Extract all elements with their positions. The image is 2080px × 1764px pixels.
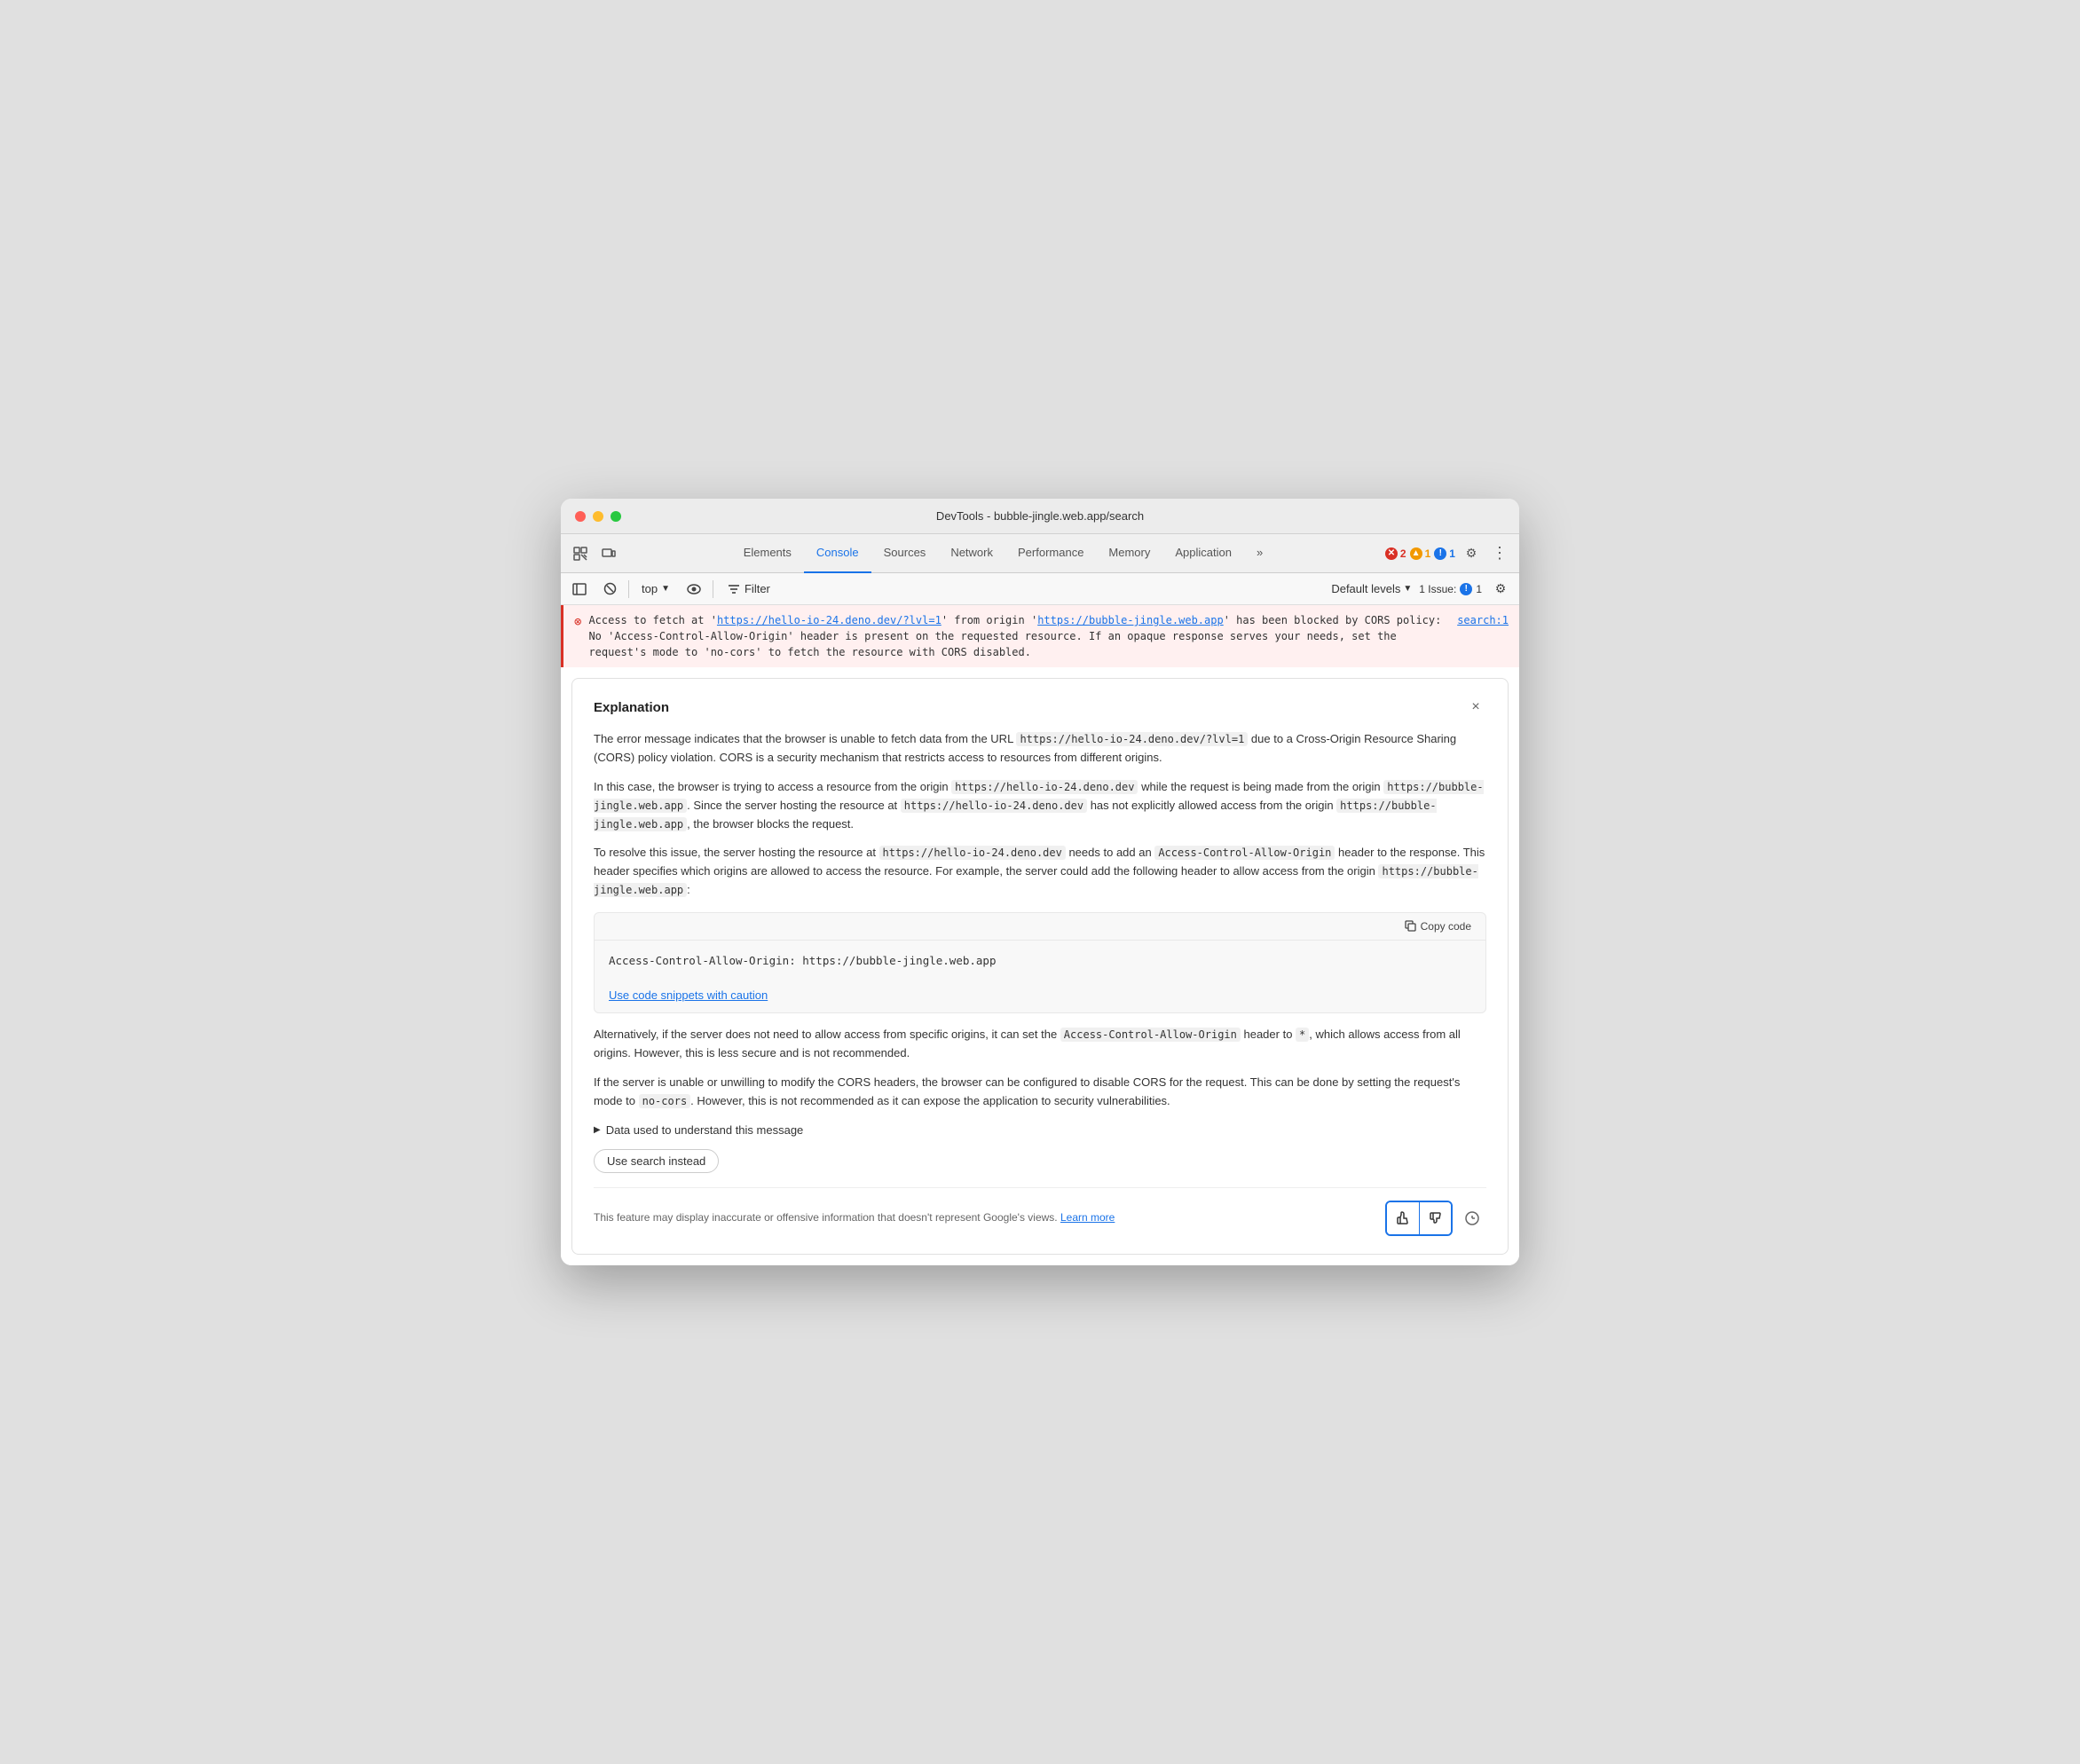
default-levels-dropdown[interactable]: Default levels ▼ (1331, 582, 1412, 595)
tab-performance[interactable]: Performance (1005, 534, 1096, 573)
thumbs-button-group (1385, 1201, 1453, 1236)
explanation-title: Explanation (594, 700, 669, 715)
more-options-icon[interactable]: ⋮ (1487, 541, 1512, 566)
tab-memory[interactable]: Memory (1096, 534, 1162, 573)
tab-network[interactable]: Network (938, 534, 1005, 573)
settings-gear-icon[interactable]: ⚙ (1489, 578, 1512, 601)
para4-code2: * (1296, 1028, 1309, 1042)
explanation-para3: To resolve this issue, the server hostin… (594, 844, 1486, 899)
error-message-text: Access to fetch at 'https://hello-io-24.… (588, 612, 1450, 660)
explanation-para4: Alternatively, if the server does not ne… (594, 1026, 1486, 1063)
explanation-para1: The error message indicates that the bro… (594, 730, 1486, 768)
error-badge: ✕ 2 (1385, 547, 1406, 560)
error-circle-icon: ⊗ (574, 613, 581, 660)
device-toolbar-icon[interactable] (596, 541, 621, 566)
devtools-window: DevTools - bubble-jingle.web.app/search (561, 499, 1519, 1264)
para3-code1: https://hello-io-24.deno.dev (879, 846, 1066, 860)
feedback-row: This feature may display inaccurate or o… (594, 1187, 1486, 1236)
feedback-disclaimer: This feature may display inaccurate or o… (594, 1210, 1115, 1225)
window-title: DevTools - bubble-jingle.web.app/search (936, 509, 1144, 523)
issue-icon: ! (1434, 547, 1446, 560)
tabs-right-section: ✕ 2 ▲ 1 ! 1 ⚙ ⋮ (1385, 541, 1512, 566)
close-explanation-button[interactable]: × (1465, 697, 1486, 718)
data-toggle-button[interactable]: ▶ Data used to understand this message (594, 1123, 1486, 1137)
code-snippet-text: Access-Control-Allow-Origin: https://bub… (595, 941, 1485, 982)
inspect-icon[interactable] (568, 541, 593, 566)
para5-code1: no-cors (639, 1094, 691, 1108)
error-url1-link[interactable]: https://hello-io-24.deno.dev/?lvl=1 (717, 614, 942, 626)
para3-code2: Access-Control-Allow-Origin (1154, 846, 1335, 860)
traffic-lights (575, 511, 621, 522)
warning-badge: ▲ 1 (1410, 547, 1431, 560)
tab-elements[interactable]: Elements (731, 534, 804, 573)
eye-icon[interactable] (682, 578, 705, 601)
para4-code1: Access-Control-Allow-Origin (1060, 1028, 1241, 1042)
para2-code1: https://hello-io-24.deno.dev (951, 780, 1138, 794)
titlebar: DevTools - bubble-jingle.web.app/search (561, 499, 1519, 534)
para1-url-code: https://hello-io-24.deno.dev/?lvl=1 (1016, 732, 1248, 746)
thumbs-up-button[interactable] (1387, 1202, 1419, 1234)
error-url2-link[interactable]: https://bubble-jingle.web.app (1037, 614, 1224, 626)
error-message-line: ⊗ Access to fetch at 'https://hello-io-2… (561, 605, 1519, 667)
toolbar-right-group: Default levels ▼ 1 Issue: ! 1 ⚙ (1331, 578, 1512, 601)
warning-icon: ▲ (1410, 547, 1422, 560)
chevron-down-icon: ▼ (661, 584, 670, 594)
settings-icon[interactable]: ⚙ (1459, 541, 1484, 566)
learn-more-link[interactable]: Learn more (1060, 1211, 1115, 1224)
thumbs-down-icon (1429, 1211, 1443, 1225)
sidebar-toggle-icon[interactable] (568, 578, 591, 601)
close-button[interactable] (575, 511, 586, 522)
copy-code-button[interactable]: Copy code (1399, 918, 1477, 934)
toolbar-separator-1 (628, 580, 629, 598)
context-selector[interactable]: top ▼ (636, 580, 675, 597)
tab-console[interactable]: Console (804, 534, 871, 573)
caution-link[interactable]: Use code snippets with caution (595, 981, 1485, 1012)
console-content: ⊗ Access to fetch at 'https://hello-io-2… (561, 605, 1519, 1264)
explanation-panel: Explanation × The error message indicate… (571, 678, 1509, 1254)
tab-icons-group (568, 541, 621, 566)
chevron-down-icon-levels: ▼ (1403, 584, 1412, 594)
clear-console-icon[interactable] (598, 578, 621, 601)
devtools-tab-bar: Elements Console Sources Network Perform… (561, 534, 1519, 573)
issue-icon-toolbar: ! (1460, 583, 1472, 595)
thumbs-up-icon (1396, 1211, 1410, 1225)
copy-icon (1405, 920, 1416, 932)
use-search-button[interactable]: Use search instead (594, 1149, 719, 1173)
maximize-button[interactable] (611, 511, 621, 522)
tab-application[interactable]: Application (1162, 534, 1244, 573)
clock-icon (1465, 1211, 1479, 1225)
issues-count-display: 1 Issue: ! 1 (1419, 583, 1482, 595)
console-toolbar: top ▼ Filter Default levels ▼ 1 Iss (561, 573, 1519, 605)
tab-sources[interactable]: Sources (871, 534, 939, 573)
code-block-toolbar: Copy code (595, 913, 1485, 941)
explanation-header: Explanation × (594, 697, 1486, 718)
data-section: ▶ Data used to understand this message (594, 1123, 1486, 1137)
minimize-button[interactable] (593, 511, 603, 522)
feedback-buttons-group (1385, 1201, 1486, 1236)
explanation-para5: If the server is unable or unwilling to … (594, 1074, 1486, 1111)
explanation-para2: In this case, the browser is trying to a… (594, 778, 1486, 833)
info-button[interactable] (1458, 1204, 1486, 1232)
tab-more[interactable]: » (1244, 534, 1275, 573)
triangle-right-icon: ▶ (594, 1125, 601, 1135)
issue-badge: ! 1 (1434, 547, 1455, 560)
error-icon: ✕ (1385, 547, 1398, 560)
thumbs-down-button[interactable] (1419, 1202, 1451, 1234)
para2-code3: https://hello-io-24.deno.dev (901, 799, 1087, 813)
code-block: Copy code Access-Control-Allow-Origin: h… (594, 912, 1486, 1014)
error-source-link[interactable]: search:1 (1457, 612, 1509, 660)
filter-button[interactable]: Filter (721, 580, 777, 597)
